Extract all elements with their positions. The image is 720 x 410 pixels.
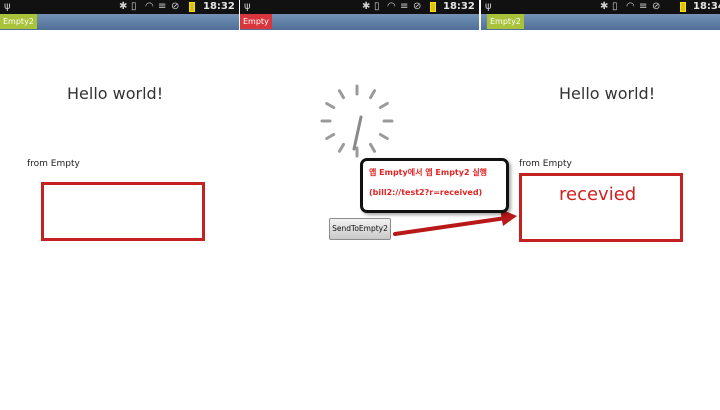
spinner-dash	[378, 102, 389, 109]
spinner-needle	[352, 115, 363, 151]
annotation-callout: 앱 Empty에서 앱 Empty2 실행 (bill2://test2?r=r…	[360, 158, 509, 213]
spinner-dash	[325, 133, 336, 140]
spinner-dash	[369, 89, 376, 100]
annotation-line-2: (bill2://test2?r=received)	[369, 188, 483, 197]
annotation-line-1: 앱 Empty에서 앱 Empty2 실행	[369, 166, 500, 180]
annotation-suffix: 실행	[469, 168, 488, 177]
annotation-mid: 에서 앱	[407, 168, 436, 177]
spinner-dash	[378, 133, 389, 140]
spinner-dash	[338, 89, 345, 100]
spinner-dash	[325, 102, 336, 109]
annotation-prefix: 앱	[369, 168, 380, 177]
loading-spinner-icon	[320, 84, 394, 158]
send-to-empty2-button[interactable]: SendToEmpty2	[329, 218, 391, 240]
spinner-dash	[369, 142, 376, 153]
annotation-app2: Empty2	[435, 168, 470, 177]
spinner-dash	[338, 142, 345, 153]
annotation-app1: Empty	[379, 168, 408, 177]
